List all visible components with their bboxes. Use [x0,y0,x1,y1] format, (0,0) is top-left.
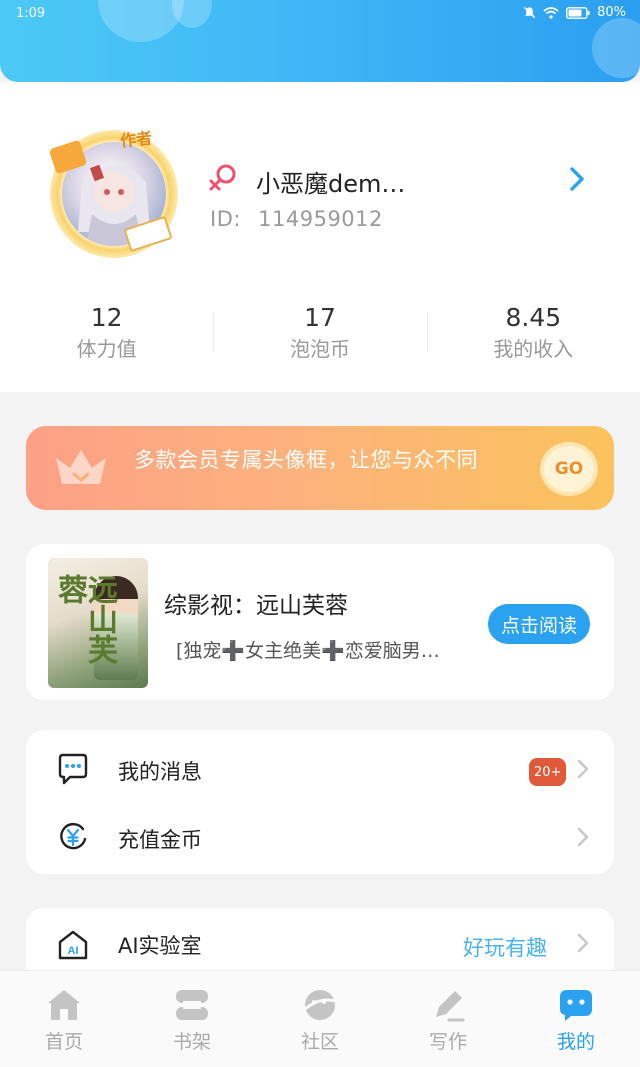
mute-bell-icon [523,6,536,19]
female-gender-icon [209,164,236,191]
battery-level: 80% [597,5,626,20]
community-icon [304,990,336,1020]
nav-label: 我的 [556,1031,595,1053]
message-icon [58,753,88,785]
status-time: 1:09 [16,6,46,21]
nav-label: 写作 [428,1031,467,1053]
write-icon [436,991,465,1022]
status-icons: 80% [523,5,626,20]
stat-income[interactable]: 8.45 我的收入 [426,302,640,372]
nav-label: 首页 [44,1031,83,1053]
nav-bookshelf[interactable]: 书架 [128,971,256,1067]
book-tags: [独宠➕女主绝美➕恋爱脑男… [176,640,440,662]
user-id-value: 114959012 [258,207,383,231]
book-recommendation-card[interactable]: 远山芙蓉 综影视：远山芙蓉 [独宠➕女主绝美➕恋爱脑男… 点击阅读 [26,544,614,700]
stat-label: 体力值 [76,337,137,361]
crown-icon [56,450,106,484]
nav-label: 书架 [172,1031,211,1053]
stat-label: 我的收入 [493,337,574,361]
bottom-navigation: 首页 书架 社区 写作 我的 [0,970,640,1067]
nav-label: 社区 [300,1031,339,1053]
status-bar: 1:09 80% [0,0,640,28]
menu-item-messages[interactable]: 我的消息 20+ [26,734,614,802]
stat-value: 17 [304,303,336,332]
home-icon [48,990,80,1020]
vip-go-button[interactable]: GO [540,442,598,496]
nav-home[interactable]: 首页 [0,971,128,1067]
cover-title: 远山芙蓉 [52,574,117,664]
menu-label: 充值金币 [118,828,202,852]
message-count-badge: 20+ [529,758,567,786]
vip-avatar-frame-banner[interactable]: 多款会员专属头像框，让您与众不同 GO [26,426,614,510]
stat-label: 泡泡币 [289,337,350,361]
stats-row: 12 体力值 17 泡泡币 8.45 我的收入 [0,302,640,372]
book-title[interactable]: 综影视：远山芙蓉 [164,586,348,620]
vip-banner-text: 多款会员专属头像框，让您与众不同 [134,448,478,472]
ai-lab-hint: 好玩有趣 [463,936,547,960]
profile-chat-icon [560,990,592,1021]
coin-icon [60,822,87,850]
stat-value: 12 [90,303,123,332]
author-badge: 作者 [119,128,154,151]
user-id: ID: 114959012 [210,207,383,231]
battery-icon [566,6,590,19]
bookshelf-icon [176,990,208,1020]
read-now-button[interactable]: 点击阅读 [488,604,590,644]
avatar[interactable]: 作者 [44,122,184,262]
stat-value: 8.45 [505,303,562,332]
ai-lab-label: AI实验室 [118,934,202,958]
menu-label: 我的消息 [118,760,202,784]
wifi-icon [543,6,559,19]
menu-item-recharge[interactable]: 充值金币 [26,802,614,870]
stat-stamina[interactable]: 12 体力值 [0,302,213,372]
svg-text:AI: AI [68,945,79,957]
chevron-right-icon [577,827,589,847]
profile-section: 作者 小恶魔dem… ID: 114959012 12 体力值 17 泡泡币 8… [0,82,640,392]
nav-write[interactable]: 写作 [384,971,512,1067]
user-id-label: ID: [210,207,241,231]
nav-mine[interactable]: 我的 [512,971,640,1067]
ai-house-icon: AI [58,930,88,960]
menu-card: 我的消息 20+ 充值金币 [26,730,614,874]
nav-community[interactable]: 社区 [256,971,384,1067]
chevron-right-icon [577,759,589,779]
stat-bubble-coins[interactable]: 17 泡泡币 [213,302,426,372]
book-cover[interactable]: 远山芙蓉 [48,558,148,688]
username[interactable]: 小恶魔dem… [256,164,405,199]
chevron-right-icon [577,933,589,953]
profile-chevron-right-icon[interactable] [566,164,588,194]
